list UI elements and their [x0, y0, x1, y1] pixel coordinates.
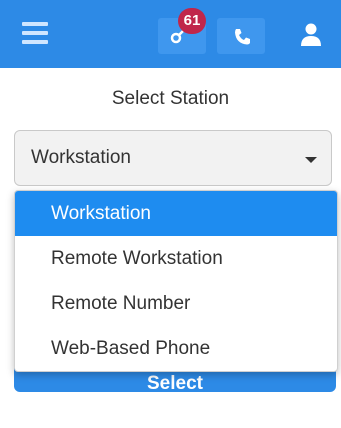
phone-icon [235, 29, 250, 45]
phone-button[interactable] [217, 18, 265, 54]
dropdown-option-web-based-phone[interactable]: Web-Based Phone [15, 326, 337, 371]
dropdown-option-remote-workstation[interactable]: Remote Workstation [15, 236, 337, 281]
notification-count-badge: 61 [178, 8, 206, 34]
dropdown-option-remote-number[interactable]: Remote Number [15, 281, 337, 326]
station-dropdown-list: Workstation Remote Workstation Remote Nu… [14, 190, 338, 372]
station-select-value: Workstation [31, 147, 131, 168]
top-bar: 61 [0, 0, 341, 68]
user-icon[interactable] [300, 22, 322, 46]
select-station-title: Select Station [111, 88, 230, 109]
chevron-down-icon [305, 157, 317, 163]
station-select[interactable]: Workstation [14, 130, 332, 186]
hamburger-menu-icon[interactable] [22, 22, 48, 44]
dropdown-option-workstation[interactable]: Workstation [15, 191, 337, 236]
